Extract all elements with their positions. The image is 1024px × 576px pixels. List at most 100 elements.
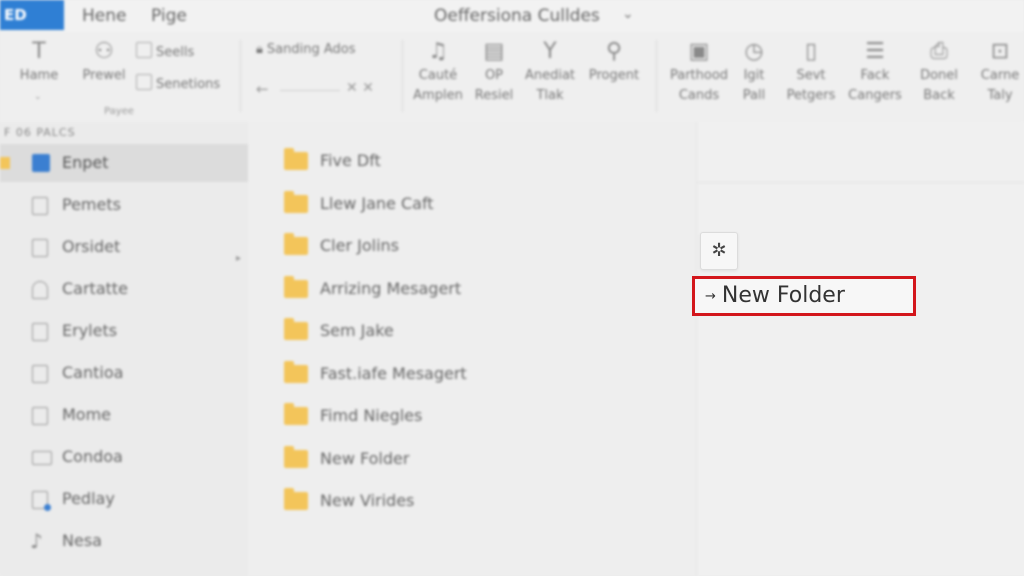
- file-name: Sem Jake: [320, 321, 394, 340]
- folder-icon: [284, 191, 308, 213]
- sidebar-item-nesa[interactable]: ♪ Nesa: [0, 522, 248, 560]
- document-icon: ▤: [483, 39, 505, 64]
- file-name: Fast.iafe Mesagert: [320, 364, 467, 383]
- file-name: Cler Jolins: [320, 236, 399, 255]
- sidebar-item-cartatte[interactable]: Cartatte: [0, 270, 248, 308]
- window-title: Oeffersiona Culldes: [434, 6, 600, 26]
- sidebar-item-label: Cantioa: [62, 363, 124, 382]
- file-list: Five Dft Llew Jane Caft Cler Jolins Arri…: [248, 122, 696, 576]
- clock-icon: ◷: [744, 39, 764, 64]
- clear-x-icon[interactable]: ✕ ✕: [346, 80, 374, 96]
- folder-icon: [284, 446, 308, 468]
- title-chevron-down-icon[interactable]: ⌄: [622, 6, 634, 22]
- senetions-item[interactable]: Senetions: [136, 74, 220, 92]
- sidebar-item-enpet[interactable]: Enpet: [0, 144, 248, 182]
- sidebar-item-cantioa[interactable]: Cantioa: [0, 354, 248, 392]
- folder-icon: [284, 488, 308, 510]
- home-button[interactable]: T Hame: [14, 40, 64, 86]
- new-folder-label: New Folder: [721, 283, 845, 308]
- tab-home[interactable]: Hene: [82, 6, 126, 26]
- sidebar-item-pemets[interactable]: Pemets: [0, 186, 248, 224]
- nav-slider[interactable]: [280, 90, 340, 91]
- display-icon: [32, 451, 52, 465]
- sidebar-item-label: Pedlay: [62, 489, 115, 508]
- back-arrow-icon[interactable]: ←: [256, 80, 269, 98]
- monitor-icon: [32, 365, 48, 383]
- sidebar-item-label: Enpet: [62, 153, 109, 172]
- sidebar-item-label: Condoa: [62, 447, 123, 466]
- sidebar-item-erylets[interactable]: Erylets: [0, 312, 248, 350]
- sidebar-item-label: Erylets: [62, 321, 118, 340]
- folder-icon: [284, 148, 308, 170]
- sidebar-item-label: Orsidet: [62, 237, 121, 256]
- folder-icon: [0, 157, 10, 169]
- status-dot-icon: [44, 504, 51, 511]
- sidebar-item-label: Mome: [62, 405, 112, 424]
- home-chevron-down-icon[interactable]: ⌄: [34, 92, 42, 102]
- sidebar-item-pedlay[interactable]: Pedlay: [0, 480, 248, 518]
- sanding-label: Sanding Ados: [266, 42, 356, 57]
- file-name: Llew Jane Caft: [320, 194, 434, 213]
- list-icon: [136, 74, 152, 90]
- lock-icon: ⊡: [990, 39, 1010, 64]
- title-bar: ED Hene Pige Oeffersiona Culldes ⌄: [0, 0, 1024, 32]
- ribbon-button-2[interactable]: Y Anediat Tlak: [520, 40, 580, 106]
- navigation-sidebar: F 06 PALCS Enpet Pemets Orsidet ▸ Cartat…: [0, 122, 249, 576]
- folder-icon: [284, 233, 308, 255]
- sidebar-item-mome[interactable]: Mome: [0, 396, 248, 434]
- ribbon-button-label: OP Resiel: [474, 68, 514, 103]
- ribbon-button-label: Fack Cangers: [848, 68, 902, 103]
- ribbon-button-1[interactable]: ▤ OP Resiel: [470, 40, 518, 106]
- tab-page[interactable]: Pige: [151, 6, 187, 26]
- music-note-icon: ♫: [428, 39, 448, 64]
- file-name: New Folder: [320, 449, 410, 468]
- context-sparkle-icon[interactable]: ✲: [700, 232, 738, 270]
- page-icon: ▯: [804, 39, 818, 64]
- app-badge[interactable]: ED: [0, 0, 64, 30]
- cards-icon: ▣: [688, 39, 710, 64]
- ribbon-button-7[interactable]: ☰ Fack Cangers: [846, 40, 904, 106]
- people-icon: ⚇: [94, 39, 114, 64]
- ribbon-button-0[interactable]: ♫ Cauté Amplen: [410, 40, 466, 106]
- ribbon-button-label: Anediat Tlak: [524, 68, 576, 103]
- ribbon-button-5[interactable]: ◷ Igit Pall: [734, 40, 774, 106]
- ribbon-divider: [240, 40, 241, 112]
- sidebar-item-label: Cartatte: [62, 279, 129, 298]
- ribbon-button-3[interactable]: ⚲ Progent: [584, 40, 644, 86]
- printer-icon: ⎙: [930, 39, 948, 64]
- stack-icon: ☰: [865, 39, 885, 64]
- ribbon-button-label: Parthood Cands: [669, 68, 729, 103]
- folder-icon: [284, 318, 308, 340]
- sidebar-header: F 06 PALCS: [4, 126, 76, 139]
- prewel-button[interactable]: ⚇ Prewel: [78, 40, 130, 86]
- home-button-label: Hame: [19, 68, 59, 83]
- filter-icon: Y: [543, 39, 557, 64]
- group-label: Payee: [104, 106, 134, 117]
- music-note-icon: ♪: [30, 529, 43, 553]
- folder-icon: [284, 361, 308, 383]
- lock-small-icon: 🔒︎: [256, 42, 263, 57]
- sidebar-item-condoa[interactable]: Condoa: [0, 438, 248, 476]
- ribbon-button-label: Carne Taly: [980, 68, 1020, 103]
- ribbon-button-label: Donel Back: [920, 68, 958, 103]
- ribbon-button-label: Cauté Amplen: [413, 68, 463, 103]
- ribbon-button-6[interactable]: ▯ Sevt Petgers: [784, 40, 838, 106]
- checkbox-icon: [136, 42, 152, 58]
- new-folder-menu-item[interactable]: → New Folder: [692, 276, 916, 316]
- folder-outline-icon: [32, 197, 48, 215]
- document-outline-icon: [32, 239, 48, 257]
- ribbon-button-9[interactable]: ⊡ Carne Taly: [976, 40, 1024, 106]
- arrow-right-icon: →: [705, 289, 716, 304]
- sidebar-item-label: Nesa: [62, 531, 102, 550]
- seells-item[interactable]: Seells: [136, 42, 194, 60]
- sidebar-item-label: Pemets: [62, 195, 121, 214]
- page-outline-icon: [32, 323, 48, 341]
- pane-divider: [697, 182, 1024, 183]
- seells-label: Seells: [156, 45, 195, 60]
- sanding-item[interactable]: 🔒︎ Sanding Ados: [256, 42, 356, 57]
- search-folder-icon: ⚲: [605, 39, 623, 64]
- ribbon-divider: [656, 40, 657, 112]
- ribbon-button-8[interactable]: ⎙ Donel Back: [914, 40, 964, 106]
- sidebar-item-orsidet[interactable]: Orsidet ▸: [0, 228, 248, 266]
- ribbon-button-4[interactable]: ▣ Parthood Cands: [666, 40, 732, 106]
